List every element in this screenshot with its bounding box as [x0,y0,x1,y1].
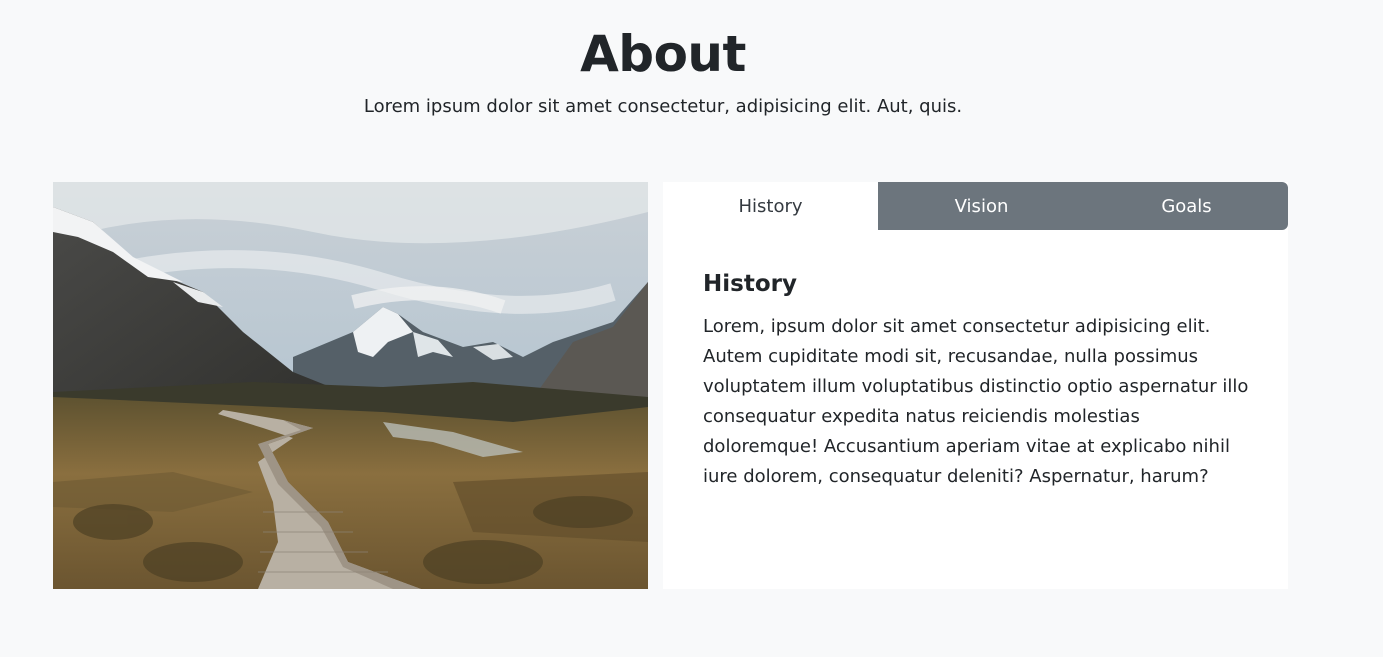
tab-vision[interactable]: Vision [878,182,1085,230]
tab-history[interactable]: History [663,182,878,230]
about-tabs-panel: History Vision Goals History Lorem, ipsu… [663,182,1288,589]
landscape-photo [53,182,648,589]
about-header: About Lorem ipsum dolor sit amet consect… [0,24,1326,119]
page-title: About [580,25,746,83]
tab-content: History Lorem, ipsum dolor sit amet cons… [663,230,1288,492]
mountain-landscape-image [53,182,648,589]
tab-bar: History Vision Goals [663,182,1288,230]
tab-goals[interactable]: Goals [1085,182,1288,230]
about-section: About Lorem ipsum dolor sit amet consect… [0,0,1383,657]
tab-content-title: History [703,271,797,297]
tab-content-body: Lorem, ipsum dolor sit amet consectetur … [703,316,1249,487]
page-subtitle: Lorem ipsum dolor sit amet consectetur, … [363,96,963,117]
